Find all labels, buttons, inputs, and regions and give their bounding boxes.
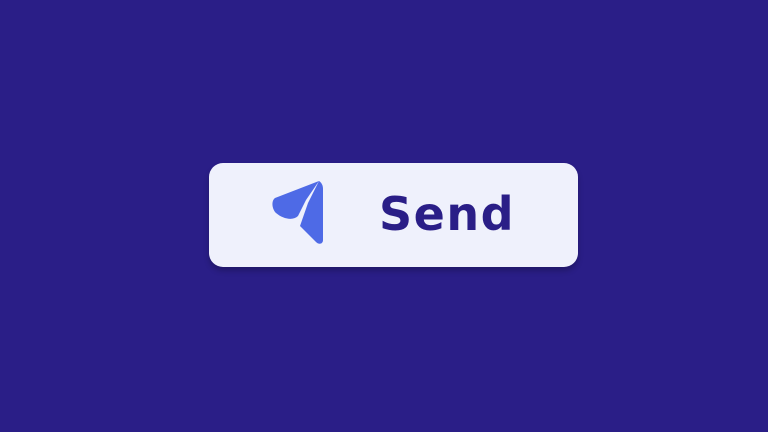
send-button[interactable]: Send <box>209 163 578 267</box>
paper-plane-icon <box>267 180 325 244</box>
canvas: Send <box>0 0 768 432</box>
send-label: Send <box>379 187 516 241</box>
